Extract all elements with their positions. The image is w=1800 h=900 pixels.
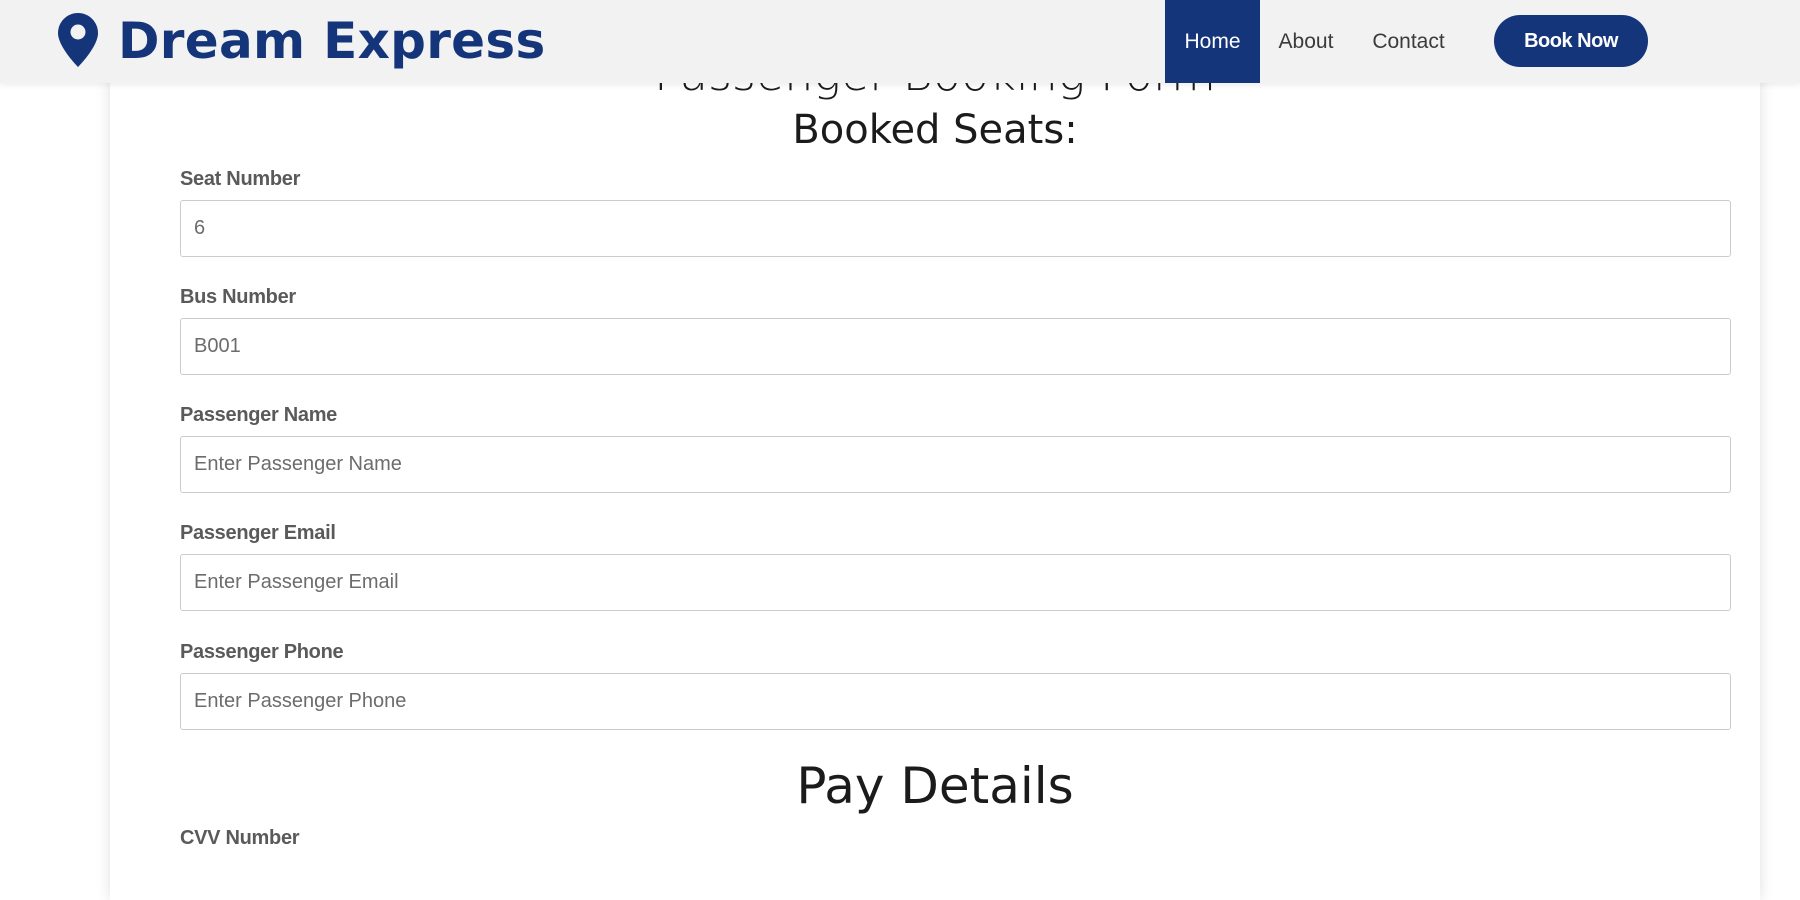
pay-details-heading: Pay Details: [796, 757, 1074, 815]
site-header: Dream Express Home About Contact Book No…: [0, 0, 1800, 83]
passenger-name-input[interactable]: [180, 436, 1731, 493]
seat-number-input[interactable]: [180, 200, 1731, 257]
nav-contact-link[interactable]: Contact: [1360, 0, 1457, 83]
booking-form-card: Passenger Booking Form Booked Seats: Sea…: [110, 0, 1760, 900]
bus-number-input[interactable]: [180, 318, 1731, 375]
nav-about-link[interactable]: About: [1260, 0, 1352, 83]
booked-seats-heading: Booked Seats:: [792, 107, 1078, 153]
cvv-number-label: CVV Number: [180, 827, 300, 849]
passenger-phone-label: Passenger Phone: [180, 641, 344, 663]
bus-number-label: Bus Number: [180, 286, 296, 308]
book-now-button[interactable]: Book Now: [1494, 15, 1648, 67]
passenger-email-input[interactable]: [180, 554, 1731, 611]
seat-number-label: Seat Number: [180, 168, 301, 190]
passenger-name-label: Passenger Name: [180, 404, 338, 426]
brand-name[interactable]: Dream Express: [118, 8, 546, 74]
location-pin-icon: [58, 13, 98, 67]
passenger-email-label: Passenger Email: [180, 522, 336, 544]
nav-home-link[interactable]: Home: [1165, 0, 1260, 83]
passenger-phone-input[interactable]: [180, 673, 1731, 730]
